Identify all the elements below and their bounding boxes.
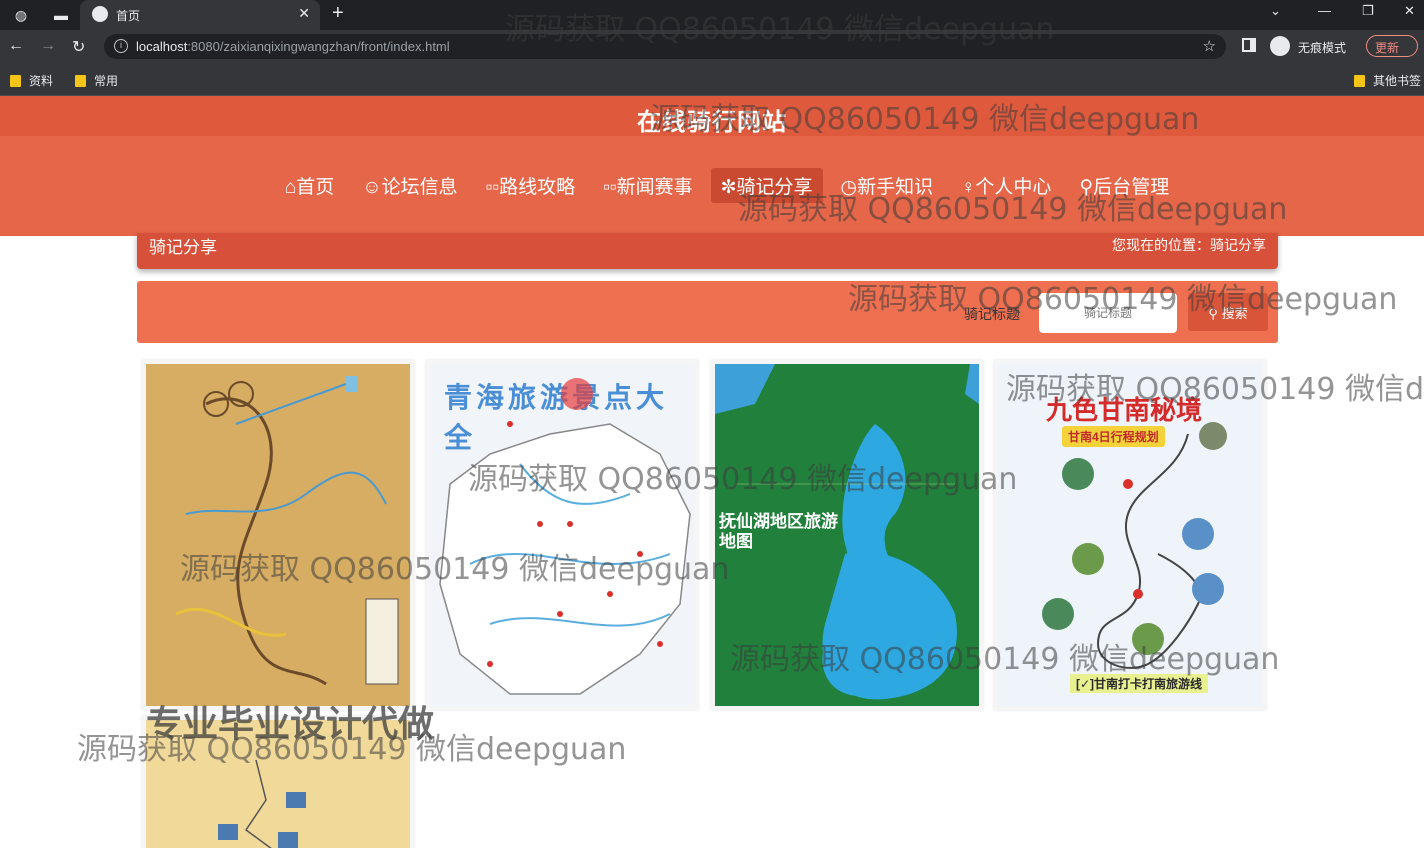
new-tab-button[interactable]: +	[332, 2, 344, 25]
site-info-icon[interactable]: i	[114, 39, 128, 53]
nav-news[interactable]: ▫▫新闻赛事	[593, 168, 702, 203]
back-button[interactable]: ←	[8, 37, 24, 55]
url-path: :8080/zaixianqixingwangzhan/front/index.…	[187, 39, 450, 54]
route-map-graphic	[146, 364, 410, 706]
omnibox[interactable]: i localhost:8080/zaixianqixingwangzhan/f…	[104, 34, 1226, 59]
search-icon: ⚲	[1208, 305, 1218, 321]
bookmark-label: 常用	[94, 74, 119, 88]
site-header: 在线骑行网站 ⌂首页 ☺论坛信息 ▫▫路线攻略 ▫▫新闻赛事 ✼骑记分享 ◷新手…	[0, 96, 1424, 236]
ride-card[interactable]: 抚仙湖地区旅游地图	[711, 360, 983, 710]
folder-icon	[75, 75, 86, 87]
ride-card[interactable]	[142, 360, 414, 710]
card-image[interactable]: 抚仙湖地区旅游地图	[715, 364, 979, 706]
nav-routes[interactable]: ▫▫路线攻略	[476, 168, 585, 203]
card-map-title: 抚仙湖地区旅游地图	[719, 512, 838, 552]
nav-profile[interactable]: ♀个人中心	[951, 168, 1061, 203]
url-host: localhost	[136, 39, 188, 54]
nav-admin[interactable]: ⚲后台管理	[1069, 168, 1179, 203]
route-map-graphic	[439, 421, 691, 695]
update-button[interactable]: 更新	[1366, 35, 1418, 57]
bookmark-label: 其他书签	[1373, 74, 1422, 88]
tab-search-icon[interactable]: ▬	[50, 4, 72, 26]
bookmark-star-icon[interactable]: ☆	[1203, 37, 1216, 55]
tab-close-icon[interactable]: ✕	[298, 5, 310, 22]
page-title: 骑记分享	[149, 238, 217, 257]
nav-beginner[interactable]: ◷新手知识	[831, 168, 944, 203]
route-map-graphic	[1042, 422, 1227, 669]
ride-card[interactable]: 青海旅游景点大全	[426, 360, 698, 710]
folder-icon	[1354, 75, 1365, 87]
nav-ride-share[interactable]: ✼骑记分享	[710, 168, 823, 203]
side-panel-icon[interactable]	[1242, 38, 1256, 52]
breadcrumb-location: 您现在的位置：骑记分享	[1112, 237, 1266, 253]
nav-forum[interactable]: ☺论坛信息	[352, 168, 467, 203]
incognito-icon[interactable]	[1270, 36, 1290, 56]
search-input[interactable]	[1039, 293, 1177, 333]
folder-icon	[10, 75, 21, 87]
browser-globe-icon[interactable]: ◍	[10, 4, 32, 26]
card-image[interactable]: 九色甘南秘境 甘南4日行程规划 [✓]甘南打卡打南旅游线	[998, 364, 1262, 706]
search-button-label: 搜索	[1221, 305, 1248, 321]
overlay-ad-text: 专业毕业设计代做	[146, 704, 435, 745]
search-button[interactable]: ⚲ 搜索	[1188, 293, 1268, 331]
main-nav: ⌂首页 ☺论坛信息 ▫▫路线攻略 ▫▫新闻赛事 ✼骑记分享 ◷新手知识 ♀个人中…	[0, 168, 1424, 203]
browser-tab-bar: ◍ ▬ 首页 ✕ + ⌄ — ❐ ✕	[0, 0, 1424, 30]
incognito-label[interactable]: 无痕模式	[1298, 39, 1346, 56]
reload-button[interactable]: ↻	[72, 37, 85, 57]
ride-card[interactable]: 九色甘南秘境 甘南4日行程规划 [✓]甘南打卡打南旅游线	[994, 360, 1266, 710]
bookmark-folder-ziliao[interactable]: 资料	[10, 72, 53, 89]
tab-list-chevron-icon[interactable]: ⌄	[1270, 3, 1281, 19]
tab-title: 首页	[116, 9, 141, 23]
search-label: 骑记标题	[964, 306, 1020, 322]
close-window-button[interactable]: ✕	[1404, 3, 1415, 19]
card-map-footer: [✓]甘南打卡打南旅游线	[1070, 674, 1209, 693]
nav-home[interactable]: ⌂首页	[275, 168, 344, 203]
other-bookmarks[interactable]: 其他书签	[1354, 72, 1421, 89]
card-image[interactable]	[146, 364, 410, 706]
minimize-button[interactable]: —	[1318, 3, 1331, 18]
breadcrumb: 骑记分享 您现在的位置：骑记分享	[137, 233, 1278, 269]
search-panel: 骑记标题 ⚲ 搜索	[137, 281, 1278, 343]
forward-button[interactable]: →	[40, 37, 56, 55]
bookmarks-bar: 资料 常用 其他书签	[0, 62, 1424, 96]
card-image[interactable]: 青海旅游景点大全	[430, 364, 694, 706]
restore-button[interactable]: ❐	[1362, 3, 1374, 19]
tab-favicon-icon	[92, 6, 108, 22]
bookmark-label: 资料	[29, 74, 54, 88]
url-text[interactable]: localhost:8080/zaixianqixingwangzhan/fro…	[136, 39, 450, 54]
tab-home[interactable]: 首页 ✕	[80, 0, 320, 30]
address-bar-row: ← → ↻ i localhost:8080/zaixianqixingwang…	[0, 30, 1424, 62]
site-title: 在线骑行网站	[637, 109, 787, 136]
cursor-highlight	[561, 378, 593, 410]
bookmark-folder-changyong[interactable]: 常用	[75, 72, 118, 89]
